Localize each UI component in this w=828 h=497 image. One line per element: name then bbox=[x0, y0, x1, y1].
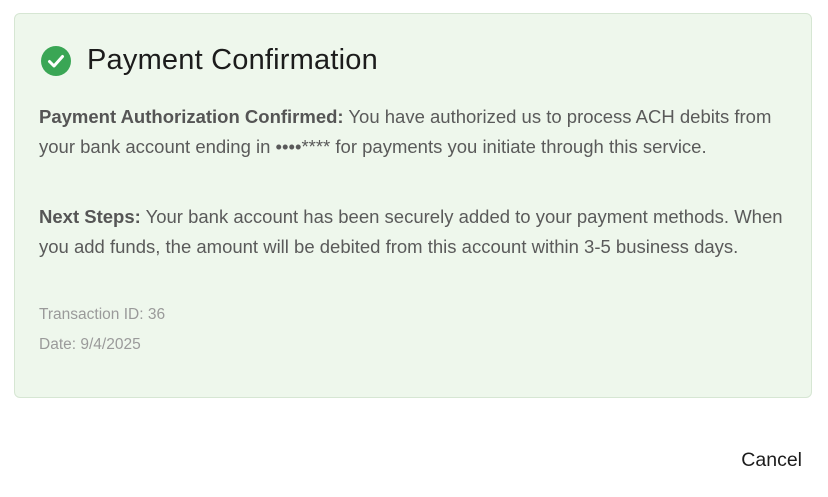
transaction-id: Transaction ID: 36 bbox=[39, 306, 166, 323]
authorization-paragraph: Payment Authorization Confirmed: You hav… bbox=[39, 102, 787, 161]
cancel-button[interactable]: Cancel bbox=[741, 449, 802, 472]
page-title: Payment Confirmation bbox=[87, 44, 378, 76]
transaction-date: Date: 9/4/2025 bbox=[39, 336, 141, 353]
next-steps-paragraph: Next Steps: Your bank account has been s… bbox=[39, 202, 787, 261]
check-circle-icon bbox=[41, 45, 71, 76]
next-steps-label: Next Steps: bbox=[39, 206, 141, 227]
confirmation-header: Payment Confirmation bbox=[41, 44, 378, 77]
next-steps-text: Your bank account has been securely adde… bbox=[39, 206, 783, 257]
payment-confirmation-card: Payment Confirmation Payment Authorizati… bbox=[14, 13, 812, 398]
authorization-label: Payment Authorization Confirmed: bbox=[39, 106, 344, 127]
